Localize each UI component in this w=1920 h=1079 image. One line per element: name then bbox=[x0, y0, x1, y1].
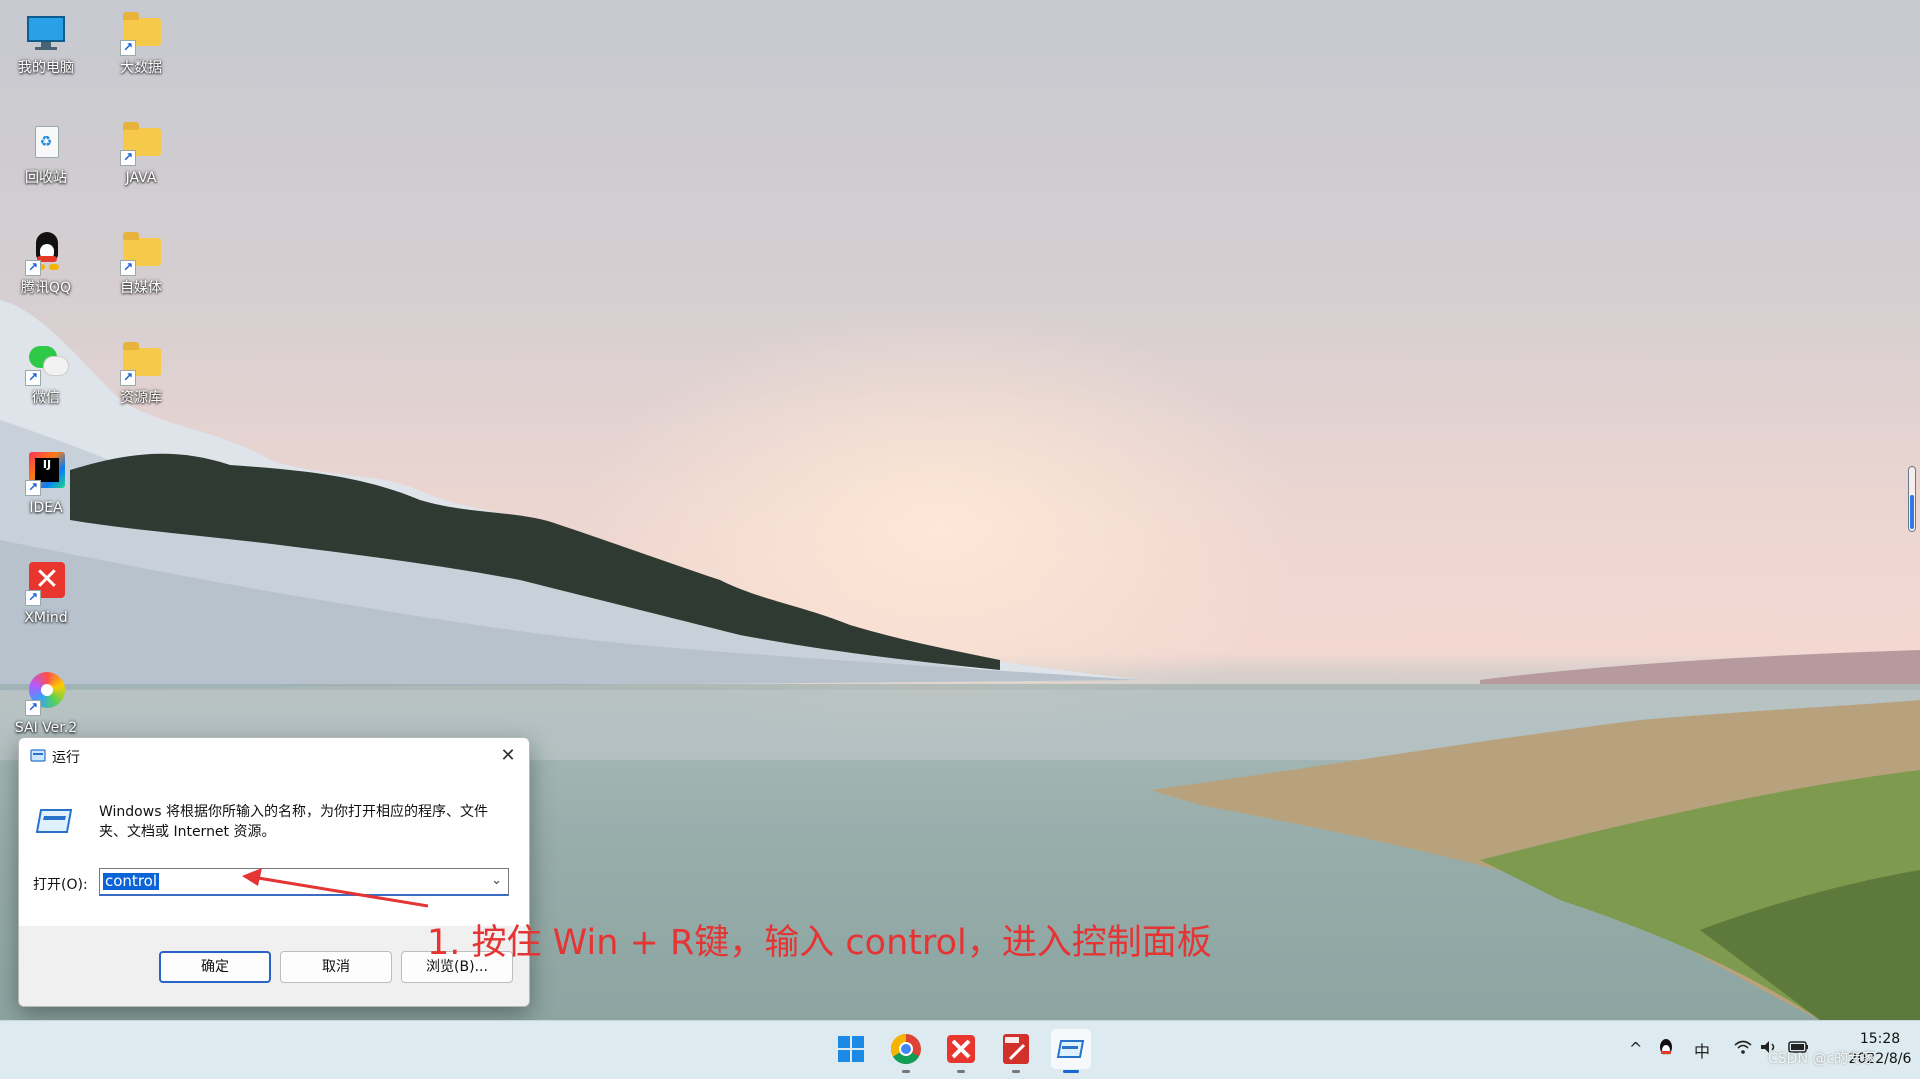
taskbar-xmind[interactable] bbox=[941, 1029, 981, 1073]
desktop-icon-recycle-bin[interactable]: ♻ 回收站 bbox=[0, 114, 92, 210]
intellij-idea-icon: IJ ↗ bbox=[23, 450, 69, 496]
icon-label: 回收站 bbox=[25, 170, 67, 186]
close-button[interactable]: ✕ bbox=[493, 742, 523, 770]
shortcut-arrow-icon: ↗ bbox=[25, 260, 41, 276]
xmind-icon bbox=[947, 1035, 975, 1063]
icon-label: IDEA bbox=[29, 500, 63, 516]
shortcut-arrow-icon: ↗ bbox=[120, 150, 136, 166]
taskbar-run-dialog[interactable] bbox=[1051, 1029, 1091, 1073]
running-indicator bbox=[1012, 1070, 1020, 1073]
icon-label: 自媒体 bbox=[120, 280, 162, 296]
recycle-bin-icon: ♻ bbox=[23, 120, 69, 166]
icon-label: 微信 bbox=[32, 390, 60, 406]
shortcut-arrow-icon: ↗ bbox=[120, 40, 136, 56]
ime-indicator[interactable]: 中 bbox=[1694, 1038, 1710, 1062]
dialog-titlebar[interactable]: 运行 ✕ bbox=[19, 738, 529, 774]
folder-icon: ↗ bbox=[118, 340, 164, 386]
computer-icon bbox=[23, 10, 69, 56]
running-indicator bbox=[902, 1070, 910, 1073]
run-dialog-icon bbox=[1056, 1040, 1085, 1058]
folder-icon: ↗ bbox=[118, 120, 164, 166]
desktop-icon-self-media[interactable]: ↗ 自媒体 bbox=[95, 224, 187, 320]
run-dialog: 运行 ✕ Windows 将根据你所输入的名称，为你打开相应的程序、文件夹、文档… bbox=[18, 737, 530, 1007]
shortcut-arrow-icon: ↗ bbox=[25, 480, 41, 496]
icon-label: SAI Ver.2 bbox=[14, 720, 78, 736]
dialog-title: 运行 bbox=[52, 750, 80, 766]
side-scroll-indicator[interactable] bbox=[1908, 466, 1916, 532]
wifi-icon[interactable] bbox=[1733, 1039, 1753, 1059]
icon-label: XMind bbox=[24, 610, 68, 626]
clock-time: 15:28 bbox=[1859, 1031, 1901, 1047]
qq-penguin-icon: ↗ bbox=[23, 230, 69, 276]
chrome-icon bbox=[890, 1034, 921, 1065]
shortcut-arrow-icon: ↗ bbox=[25, 590, 41, 606]
ok-button[interactable]: 确定 bbox=[159, 951, 271, 983]
xmind-icon: ✕ ↗ bbox=[23, 560, 69, 606]
desktop-icon-qq[interactable]: ↗ 腾讯QQ bbox=[0, 224, 92, 320]
qq-tray-icon[interactable] bbox=[1658, 1039, 1674, 1061]
icon-label: 我的电脑 bbox=[18, 60, 74, 76]
folder-icon: ↗ bbox=[118, 10, 164, 56]
shortcut-arrow-icon: ↗ bbox=[25, 370, 41, 386]
desktop-icon-xmind[interactable]: ✕ ↗ XMind bbox=[0, 554, 92, 650]
cancel-button[interactable]: 取消 bbox=[280, 951, 392, 983]
sai-paint-icon: ↗ bbox=[23, 670, 69, 716]
windows-start-icon bbox=[838, 1036, 864, 1062]
active-indicator bbox=[1063, 1070, 1079, 1073]
run-program-icon bbox=[35, 809, 73, 833]
csdn-watermark: CSDN @c的专家 bbox=[1768, 1051, 1877, 1067]
icon-label: 大数据 bbox=[120, 60, 162, 76]
chevron-down-icon[interactable]: ⌄ bbox=[491, 873, 502, 888]
icon-label: 资源库 bbox=[120, 390, 162, 406]
close-icon: ✕ bbox=[500, 745, 516, 766]
show-hidden-icons-chevron-up-icon[interactable]: ^ bbox=[1629, 1039, 1642, 1058]
desktop-icon-idea[interactable]: IJ ↗ IDEA bbox=[0, 444, 92, 540]
desktop-icon-wechat[interactable]: ↗ 微信 bbox=[0, 334, 92, 430]
dialog-description: Windows 将根据你所输入的名称，为你打开相应的程序、文件夹、文档或 Int… bbox=[99, 804, 488, 840]
desktop-icon-big-data[interactable]: ↗ 大数据 bbox=[95, 4, 187, 100]
desktop-icon-my-computer[interactable]: 我的电脑 bbox=[0, 4, 92, 100]
shortcut-arrow-icon: ↗ bbox=[120, 260, 136, 276]
wechat-icon: ↗ bbox=[23, 340, 69, 386]
open-command-combobox[interactable]: control ⌄ bbox=[99, 868, 509, 896]
start-button[interactable] bbox=[831, 1029, 871, 1069]
taskbar-pdf-editor[interactable] bbox=[996, 1029, 1036, 1073]
pdf-editor-icon bbox=[1003, 1034, 1029, 1064]
folder-icon: ↗ bbox=[118, 230, 164, 276]
running-indicator bbox=[957, 1070, 965, 1073]
annotation-text: 1. 按住 Win + R键，输入 control，进入控制面板 bbox=[427, 923, 1212, 963]
shortcut-arrow-icon: ↗ bbox=[120, 370, 136, 386]
desktop-icon-java[interactable]: ↗ JAVA bbox=[95, 114, 187, 210]
taskbar-chrome[interactable] bbox=[886, 1029, 926, 1073]
open-label: 打开(O): bbox=[33, 877, 88, 893]
desktop-icon-resource-library[interactable]: ↗ 资源库 bbox=[95, 334, 187, 430]
command-input-value[interactable]: control bbox=[103, 873, 159, 890]
shortcut-arrow-icon: ↗ bbox=[25, 700, 41, 716]
run-icon bbox=[30, 749, 46, 762]
scroll-indicator-fill bbox=[1910, 495, 1914, 529]
icon-label: 腾讯QQ bbox=[20, 280, 72, 296]
taskbar: ^ 中 15:28 2022/8/6 bbox=[0, 1020, 1920, 1079]
icon-label: JAVA bbox=[125, 170, 157, 186]
